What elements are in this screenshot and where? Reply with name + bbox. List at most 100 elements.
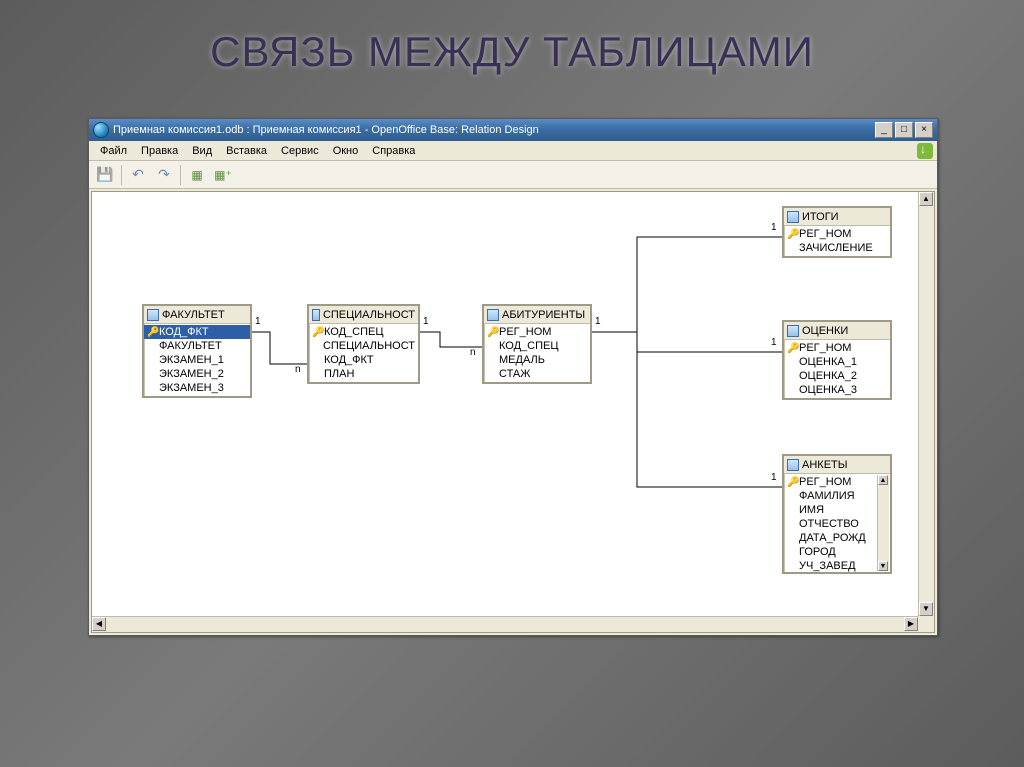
field-row[interactable]: КОД_СПЕЦ bbox=[484, 339, 590, 353]
cardinality-label: 1 bbox=[770, 337, 778, 348]
scrollbar-corner bbox=[918, 616, 934, 632]
field-row[interactable]: 🔑КОД_ФКТ bbox=[144, 325, 250, 339]
table-icon bbox=[147, 309, 159, 321]
table-scrollbar[interactable]: ▲ ▼ bbox=[877, 475, 889, 571]
table-header[interactable]: АНКЕТЫ bbox=[784, 456, 890, 474]
field-name: ОЦЕНКА_2 bbox=[799, 370, 857, 382]
scroll-up-icon[interactable]: ▲ bbox=[919, 192, 933, 206]
field-row[interactable]: УЧ_ЗАВЕД bbox=[784, 559, 878, 573]
table-fakultet[interactable]: ФАКУЛЬТЕТ 🔑КОД_ФКТ ФАКУЛЬТЕТ ЭКЗАМЕН_1 Э… bbox=[142, 304, 252, 398]
canvas-wrap: 1 n 1 n 1 1 1 1 ФАКУЛЬТЕТ 🔑КОД_ФКТ ФАКУЛ… bbox=[91, 191, 935, 633]
field-row[interactable]: 🔑КОД_СПЕЦ bbox=[309, 325, 418, 339]
field-row[interactable]: ФАКУЛЬТЕТ bbox=[144, 339, 250, 353]
field-row[interactable]: ОЦЕНКА_3 bbox=[784, 383, 890, 397]
field-row[interactable]: КОД_ФКТ bbox=[309, 353, 418, 367]
field-row[interactable]: ЗАЧИСЛЕНИЕ bbox=[784, 241, 890, 255]
field-name: КОД_СПЕЦ bbox=[324, 326, 384, 338]
field-name: ПЛАН bbox=[324, 368, 354, 380]
field-name: МЕДАЛЬ bbox=[499, 354, 545, 366]
field-row[interactable]: ЭКЗАМЕН_3 bbox=[144, 381, 250, 395]
field-name: РЕГ_НОМ bbox=[799, 228, 851, 240]
table-title: АНКЕТЫ bbox=[802, 459, 847, 471]
table-icon bbox=[787, 325, 799, 337]
slide-title: СВЯЗЬ МЕЖДУ ТАБЛИЦАМИ bbox=[0, 0, 1024, 88]
cardinality-label: 1 bbox=[770, 472, 778, 483]
field-row[interactable]: ОТЧЕСТВО bbox=[784, 517, 878, 531]
field-name: ФАКУЛЬТЕТ bbox=[159, 340, 222, 352]
table-header[interactable]: СПЕЦИАЛЬНОСТ bbox=[309, 306, 418, 324]
field-row[interactable]: 🔑РЕГ_НОМ bbox=[784, 227, 890, 241]
field-row[interactable]: СПЕЦИАЛЬНОСТ bbox=[309, 339, 418, 353]
field-row[interactable]: ЭКЗАМЕН_2 bbox=[144, 367, 250, 381]
vertical-scrollbar[interactable]: ▲ ▼ bbox=[918, 192, 934, 616]
table-ankety[interactable]: АНКЕТЫ 🔑РЕГ_НОМ ФАМИЛИЯ ИМЯ ОТЧЕСТВО ДАТ… bbox=[782, 454, 892, 574]
field-name: ЗАЧИСЛЕНИЕ bbox=[799, 242, 873, 254]
menubar: Файл Правка Вид Вставка Сервис Окно Спра… bbox=[89, 141, 937, 161]
minimize-button[interactable]: _ bbox=[875, 122, 893, 138]
field-name: КОД_ФКТ bbox=[324, 354, 374, 366]
cardinality-label: 1 bbox=[422, 316, 430, 327]
menu-edit[interactable]: Правка bbox=[134, 143, 185, 159]
key-icon: 🔑 bbox=[787, 343, 799, 354]
scroll-down-icon[interactable]: ▼ bbox=[878, 561, 888, 571]
table-title: ОЦЕНКИ bbox=[802, 325, 848, 337]
menu-insert[interactable]: Вставка bbox=[219, 143, 274, 159]
field-row[interactable]: ДАТА_РОЖД bbox=[784, 531, 878, 545]
undo-icon[interactable]: ↶ bbox=[128, 165, 148, 185]
horizontal-scrollbar[interactable]: ◀ ▶ bbox=[92, 616, 918, 632]
cardinality-label: 1 bbox=[594, 316, 602, 327]
table-specialnost[interactable]: СПЕЦИАЛЬНОСТ 🔑КОД_СПЕЦ СПЕЦИАЛЬНОСТ КОД_… bbox=[307, 304, 420, 384]
menu-tools[interactable]: Сервис bbox=[274, 143, 326, 159]
relation-canvas[interactable]: 1 n 1 n 1 1 1 1 ФАКУЛЬТЕТ 🔑КОД_ФКТ ФАКУЛ… bbox=[92, 192, 918, 616]
field-row[interactable]: ЭКЗАМЕН_1 bbox=[144, 353, 250, 367]
field-row[interactable]: 🔑РЕГ_НОМ bbox=[784, 475, 878, 489]
field-row[interactable]: 🔑РЕГ_НОМ bbox=[784, 341, 890, 355]
menu-file[interactable]: Файл bbox=[93, 143, 134, 159]
field-name: РЕГ_НОМ bbox=[799, 342, 851, 354]
scroll-right-icon[interactable]: ▶ bbox=[904, 617, 918, 631]
field-name: СТАЖ bbox=[499, 368, 530, 380]
field-name: СПЕЦИАЛЬНОСТ bbox=[323, 340, 415, 352]
menu-window[interactable]: Окно bbox=[326, 143, 366, 159]
field-row[interactable]: ГОРОД bbox=[784, 545, 878, 559]
field-row[interactable]: МЕДАЛЬ bbox=[484, 353, 590, 367]
table-header[interactable]: ИТОГИ bbox=[784, 208, 890, 226]
field-row[interactable]: ИМЯ bbox=[784, 503, 878, 517]
add-table-icon[interactable]: ▦ bbox=[187, 165, 207, 185]
field-name: КОД_СПЕЦ bbox=[499, 340, 559, 352]
toolbar: 💾 ↶ ↷ ▦ ▦⁺ bbox=[89, 161, 937, 189]
table-title: ФАКУЛЬТЕТ bbox=[162, 309, 225, 321]
close-button[interactable]: × bbox=[915, 122, 933, 138]
field-row[interactable]: 🔑РЕГ_НОМ bbox=[484, 325, 590, 339]
download-icon[interactable] bbox=[917, 143, 933, 159]
table-header[interactable]: АБИТУРИЕНТЫ bbox=[484, 306, 590, 324]
menu-help[interactable]: Справка bbox=[365, 143, 422, 159]
table-header[interactable]: ОЦЕНКИ bbox=[784, 322, 890, 340]
field-row[interactable]: ОЦЕНКА_2 bbox=[784, 369, 890, 383]
field-name: ОЦЕНКА_1 bbox=[799, 356, 857, 368]
table-ocenki[interactable]: ОЦЕНКИ 🔑РЕГ_НОМ ОЦЕНКА_1 ОЦЕНКА_2 ОЦЕНКА… bbox=[782, 320, 892, 400]
menu-view[interactable]: Вид bbox=[185, 143, 219, 159]
field-name: ФАМИЛИЯ bbox=[799, 490, 855, 502]
new-relation-icon[interactable]: ▦⁺ bbox=[213, 165, 233, 185]
maximize-button[interactable]: □ bbox=[895, 122, 913, 138]
table-icon bbox=[787, 459, 799, 471]
field-name: ЭКЗАМЕН_2 bbox=[159, 368, 224, 380]
table-header[interactable]: ФАКУЛЬТЕТ bbox=[144, 306, 250, 324]
field-row[interactable]: ПЛАН bbox=[309, 367, 418, 381]
key-icon: 🔑 bbox=[312, 327, 324, 338]
scroll-down-icon[interactable]: ▼ bbox=[919, 602, 933, 616]
table-abiturienty[interactable]: АБИТУРИЕНТЫ 🔑РЕГ_НОМ КОД_СПЕЦ МЕДАЛЬ СТА… bbox=[482, 304, 592, 384]
table-title: ИТОГИ bbox=[802, 211, 839, 223]
scroll-left-icon[interactable]: ◀ bbox=[92, 617, 106, 631]
redo-icon[interactable]: ↷ bbox=[154, 165, 174, 185]
field-row[interactable]: ФАМИЛИЯ bbox=[784, 489, 878, 503]
table-itogi[interactable]: ИТОГИ 🔑РЕГ_НОМ ЗАЧИСЛЕНИЕ bbox=[782, 206, 892, 258]
table-title: АБИТУРИЕНТЫ bbox=[502, 309, 585, 321]
field-row[interactable]: СТАЖ bbox=[484, 367, 590, 381]
table-icon bbox=[787, 211, 799, 223]
scroll-up-icon[interactable]: ▲ bbox=[878, 475, 888, 485]
save-icon[interactable]: 💾 bbox=[95, 165, 115, 185]
field-row[interactable]: ОЦЕНКА_1 bbox=[784, 355, 890, 369]
titlebar[interactable]: Приемная комиссия1.odb : Приемная комисс… bbox=[89, 119, 937, 141]
